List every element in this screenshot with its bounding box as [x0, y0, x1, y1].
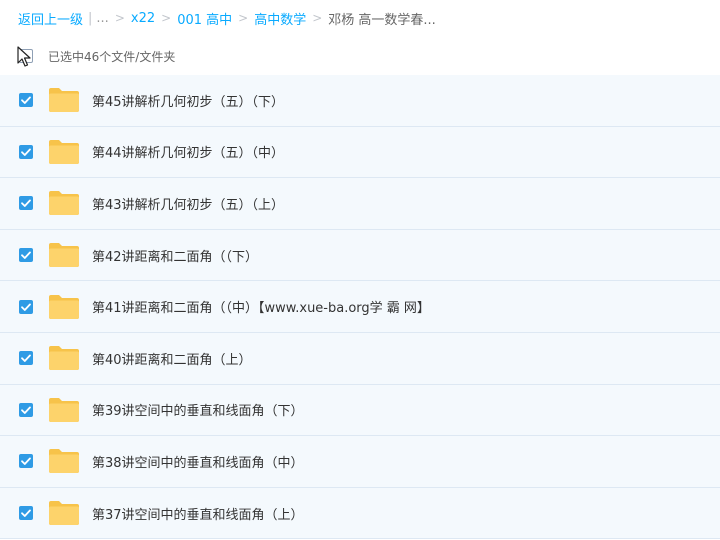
folder-icon: [49, 88, 79, 113]
file-name: 第38讲空间中的垂直和线面角（中）: [92, 455, 304, 471]
file-name: 第44讲解析几何初步（五）（中）: [92, 146, 285, 162]
file-name: 第37讲空间中的垂直和线面角（上）: [92, 507, 304, 523]
breadcrumb-separator: >: [114, 11, 125, 25]
checkmark-icon: [21, 457, 31, 466]
checkmark-icon: [21, 406, 31, 414]
file-row[interactable]: 第40讲距离和二面角（上）: [0, 332, 720, 385]
folder-icon: [49, 294, 79, 319]
file-name: 第40讲距离和二面角（上）: [92, 352, 252, 368]
row-checkbox[interactable]: [19, 248, 33, 263]
file-row[interactable]: 第45讲解析几何初步（五）（下）: [0, 75, 720, 127]
checkmark-icon: [21, 96, 31, 105]
breadcrumb-item-math[interactable]: 高中数学: [254, 9, 306, 28]
breadcrumb-current: 邓杨 高一数学春...: [328, 12, 436, 28]
breadcrumb-divider: |: [88, 10, 93, 26]
file-list: 第45讲解析几何初步（五）（下） 第44讲解析几何初步（五）（中） 第43讲解析…: [0, 75, 720, 540]
file-row[interactable]: 第39讲空间中的垂直和线面角（下）: [0, 384, 720, 437]
checkmark-icon: [21, 199, 31, 208]
file-row[interactable]: 第42讲距离和二面角（（下）: [0, 229, 720, 282]
file-row[interactable]: 第41讲距离和二面角（（中）【www.xue-ba.org学 霸 网】: [0, 281, 720, 333]
row-checkbox[interactable]: [19, 402, 33, 417]
folder-icon: [49, 397, 79, 422]
row-checkbox[interactable]: [19, 144, 33, 159]
row-checkbox[interactable]: [19, 93, 33, 108]
selection-bar: 已选中46个文件/文件夹: [0, 38, 720, 74]
folder-icon: [49, 243, 79, 268]
file-row[interactable]: 第38讲空间中的垂直和线面角（中）: [0, 436, 720, 488]
checkmark-icon: [21, 354, 31, 363]
folder-icon: [49, 449, 79, 474]
folder-icon: [49, 139, 79, 164]
breadcrumb-separator: >: [312, 11, 323, 25]
file-row[interactable]: 第44讲解析几何初步（五）（中）: [0, 126, 720, 179]
breadcrumb-ellipsis[interactable]: ...: [96, 11, 108, 26]
file-name: 第41讲距离和二面角（（中）【www.xue-ba.org学 霸 网】: [92, 301, 430, 317]
checkmark-icon: [21, 509, 31, 517]
breadcrumb: 返回上一级 | ... > x22 > 001 高中 > 高中数学 > 邓杨 高…: [0, 0, 720, 36]
breadcrumb-separator: >: [238, 11, 249, 25]
file-name: 第42讲距离和二面角（（下）: [92, 249, 259, 265]
folder-icon: [49, 191, 79, 216]
folder-icon: [49, 346, 79, 371]
file-name: 第45讲解析几何初步（五）（下）: [92, 94, 285, 110]
file-row[interactable]: 第43讲解析几何初步（五）（上）: [0, 178, 720, 230]
folder-icon: [49, 501, 79, 526]
row-checkbox[interactable]: [19, 351, 33, 366]
selection-status: 已选中46个文件/文件夹: [48, 49, 176, 64]
file-name: 第43讲解析几何初步（五）（上）: [92, 197, 285, 213]
breadcrumb-separator: >: [161, 11, 172, 25]
checkmark-icon: [21, 303, 31, 311]
file-name: 第39讲空间中的垂直和线面角（下）: [92, 404, 304, 420]
row-checkbox[interactable]: [19, 506, 33, 521]
checkmark-icon: [21, 251, 31, 259]
back-link[interactable]: 返回上一级: [18, 9, 83, 28]
breadcrumb-item-x22[interactable]: x22: [131, 11, 155, 26]
select-all-checkbox[interactable]: [19, 49, 33, 63]
breadcrumb-item-high-school[interactable]: 001 高中: [177, 9, 232, 28]
file-row[interactable]: 第37讲空间中的垂直和线面角（上）: [0, 487, 720, 540]
row-checkbox[interactable]: [19, 454, 33, 469]
checkmark-icon: [21, 148, 31, 156]
row-checkbox[interactable]: [19, 299, 33, 314]
row-checkbox[interactable]: [19, 196, 33, 211]
